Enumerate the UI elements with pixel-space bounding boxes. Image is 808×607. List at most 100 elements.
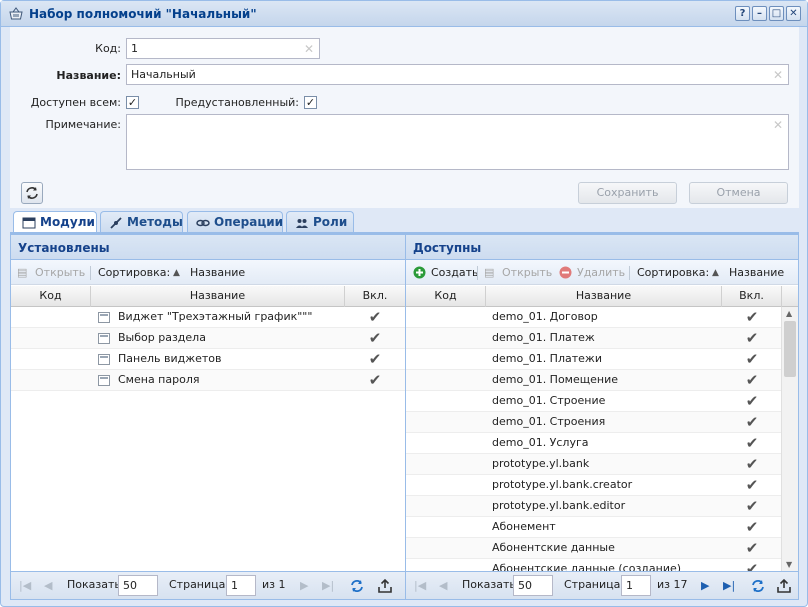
row-code [406, 475, 486, 496]
installed-title: Установлены [11, 235, 405, 260]
scroll-up-icon[interactable]: ▲ [786, 309, 792, 318]
table-row[interactable]: demo_01. Строения ✔ [406, 412, 781, 433]
checkmark-icon: ✔ [368, 350, 382, 368]
maximize-button[interactable]: □ [769, 6, 784, 21]
window-titlebar[interactable]: Набор полномочий "Начальный" ? – □ ✕ [1, 1, 807, 27]
row-name: demo_01. Платежи [492, 352, 602, 365]
checkmark-icon: ✔ [368, 371, 382, 389]
window-title: Набор полномочий "Начальный" [29, 7, 257, 21]
next-page-icon[interactable]: ▶ [300, 579, 308, 592]
page-input[interactable]: 1 [621, 575, 651, 596]
column-name[interactable]: Название [91, 286, 345, 307]
first-page-icon[interactable]: |◀ [414, 579, 426, 592]
clear-icon[interactable]: ✕ [773, 118, 783, 132]
table-row[interactable]: demo_01. Строение ✔ [406, 391, 781, 412]
cancel-button[interactable]: Отмена [689, 182, 788, 204]
row-code [11, 349, 91, 370]
table-row[interactable]: demo_01. Помещение ✔ [406, 370, 781, 391]
available-panel: Доступны Создать ▤ Открыть Удалить Сорти… [405, 234, 799, 600]
open-button[interactable]: Открыть [502, 266, 552, 279]
minimize-button[interactable]: – [752, 6, 767, 21]
page-input[interactable]: 1 [226, 575, 256, 596]
row-code [406, 496, 486, 517]
create-button[interactable]: Создать [431, 266, 479, 279]
table-row[interactable]: Абонентские данные (создание) ✔ [406, 559, 781, 571]
prev-page-icon[interactable]: ◀ [44, 579, 52, 592]
note-textarea[interactable]: ✕ [126, 114, 789, 170]
tab-roles[interactable]: Роли [286, 211, 354, 233]
sort-field-button[interactable]: Название [729, 266, 784, 279]
available-grid-header: Код Название Вкл. [406, 286, 798, 307]
roles-icon [296, 219, 308, 228]
table-row[interactable]: Виджет "Трехэтажный график""" ✔ [11, 307, 405, 328]
open-button[interactable]: Открыть [35, 266, 85, 279]
public-checkbox[interactable]: ✓ [126, 96, 139, 109]
table-row[interactable]: prototype.yl.bank ✔ [406, 454, 781, 475]
refresh-icon[interactable] [750, 578, 766, 594]
open-icon: ▤ [484, 266, 495, 279]
column-enabled[interactable]: Вкл. [722, 286, 782, 307]
table-row[interactable]: demo_01. Платеж ✔ [406, 328, 781, 349]
clear-icon[interactable]: ✕ [773, 68, 783, 82]
table-row[interactable]: Абонентские данные ✔ [406, 538, 781, 559]
last-page-icon[interactable]: ▶| [322, 579, 334, 592]
code-field[interactable]: 1 ✕ [126, 38, 320, 59]
row-name: Панель виджетов [118, 352, 222, 365]
export-icon[interactable] [776, 578, 792, 594]
column-code[interactable]: Код [11, 286, 91, 307]
available-scrollbar[interactable]: ▲ ▼ [781, 307, 798, 571]
close-button[interactable]: ✕ [786, 6, 801, 21]
row-code [406, 328, 486, 349]
prev-page-icon[interactable]: ◀ [439, 579, 447, 592]
scroll-down-icon[interactable]: ▼ [786, 560, 792, 569]
next-page-icon[interactable]: ▶ [701, 579, 709, 592]
column-code[interactable]: Код [406, 286, 486, 307]
table-row[interactable]: demo_01. Услуга ✔ [406, 433, 781, 454]
checkmark-icon: ✔ [368, 308, 382, 326]
row-name: Выбор раздела [118, 331, 206, 344]
table-row[interactable]: Смена пароля ✔ [11, 370, 405, 391]
table-row[interactable]: demo_01. Платежи ✔ [406, 349, 781, 370]
export-icon[interactable] [377, 578, 393, 594]
table-row[interactable]: Выбор раздела ✔ [11, 328, 405, 349]
row-code [406, 559, 486, 571]
name-field[interactable]: Начальный ✕ [126, 64, 789, 85]
tab-methods[interactable]: Методы [100, 211, 183, 233]
first-page-icon[interactable]: |◀ [19, 579, 31, 592]
note-label: Примечание: [45, 118, 121, 131]
column-name[interactable]: Название [486, 286, 722, 307]
delete-button[interactable]: Удалить [577, 266, 625, 279]
save-button[interactable]: Сохранить [578, 182, 677, 204]
tab-operations[interactable]: Операции [187, 211, 283, 233]
checkmark-icon: ✔ [745, 308, 759, 326]
checkmark-icon: ✔ [745, 413, 759, 431]
clear-icon[interactable]: ✕ [304, 42, 314, 56]
available-toolbar: Создать ▤ Открыть Удалить Сортировка: ▲ … [406, 260, 798, 285]
refresh-button[interactable] [21, 182, 43, 204]
sort-field-button[interactable]: Название [190, 266, 245, 279]
row-name: Виджет "Трехэтажный график""" [118, 310, 313, 323]
module-icon [98, 312, 110, 323]
toolbar-separator [477, 266, 478, 280]
table-row[interactable]: prototype.yl.bank.creator ✔ [406, 475, 781, 496]
page-size-input[interactable]: 50 [118, 575, 158, 596]
table-row[interactable]: Панель виджетов ✔ [11, 349, 405, 370]
last-page-icon[interactable]: ▶| [723, 579, 735, 592]
delete-icon [559, 266, 572, 279]
scrollbar-thumb[interactable] [784, 321, 796, 377]
page-label: Страница [169, 578, 226, 591]
refresh-icon[interactable] [349, 578, 365, 594]
tab-label: Роли [313, 215, 348, 229]
help-button[interactable]: ? [735, 6, 750, 21]
table-row[interactable]: demo_01. Договор ✔ [406, 307, 781, 328]
sort-label: Сортировка: [637, 266, 710, 279]
checkmark-icon: ✔ [368, 329, 382, 347]
row-code [406, 538, 486, 559]
table-row[interactable]: prototype.yl.bank.editor ✔ [406, 496, 781, 517]
page-size-input[interactable]: 50 [513, 575, 553, 596]
installed-toolbar: ▤ Открыть Сортировка: ▲ Название [11, 260, 405, 285]
column-enabled[interactable]: Вкл. [345, 286, 405, 307]
table-row[interactable]: Абонемент ✔ [406, 517, 781, 538]
preset-checkbox[interactable]: ✓ [304, 96, 317, 109]
page-size-label: Показать [462, 578, 516, 591]
